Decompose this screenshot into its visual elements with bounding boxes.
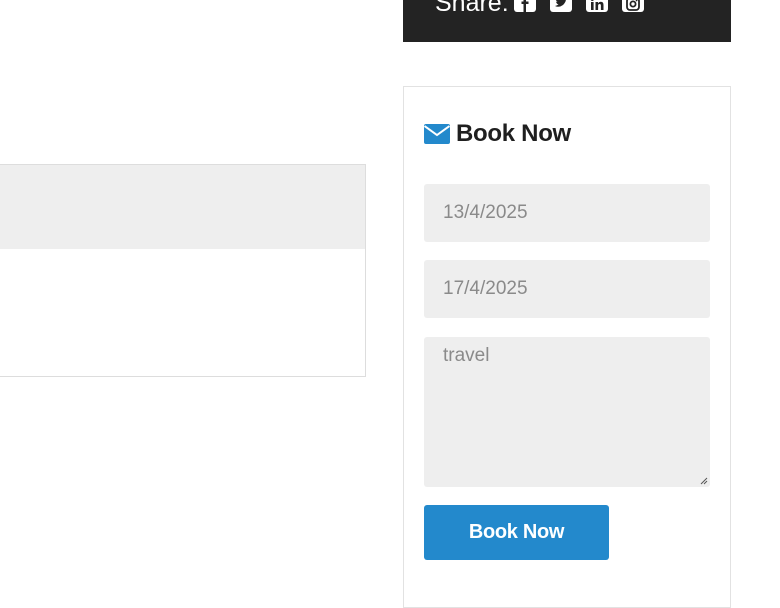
resize-handle-icon[interactable] (699, 476, 708, 485)
book-now-button[interactable]: Book Now (424, 505, 609, 560)
check-in-date-value: 13/4/2025 (443, 202, 528, 223)
book-now-widget: Book Now 13/4/2025 17/4/2025 travel Book… (403, 86, 731, 608)
content-card-header (0, 165, 365, 249)
linkedin-icon[interactable] (586, 0, 608, 12)
check-out-date-field[interactable]: 17/4/2025 (424, 260, 710, 318)
message-textarea[interactable]: travel (424, 337, 710, 487)
share-bar: Share: (403, 0, 731, 42)
instagram-icon[interactable] (622, 0, 644, 12)
check-in-date-field[interactable]: 13/4/2025 (424, 184, 710, 242)
check-out-date-value: 17/4/2025 (443, 278, 528, 299)
facebook-icon[interactable] (514, 0, 536, 12)
widget-title: Book Now (424, 117, 571, 151)
content-card (0, 164, 366, 377)
message-value: travel (443, 345, 490, 366)
envelope-icon (424, 124, 450, 144)
share-label: Share: (435, 0, 509, 17)
widget-title-text: Book Now (456, 120, 571, 147)
twitter-icon[interactable] (550, 0, 572, 12)
